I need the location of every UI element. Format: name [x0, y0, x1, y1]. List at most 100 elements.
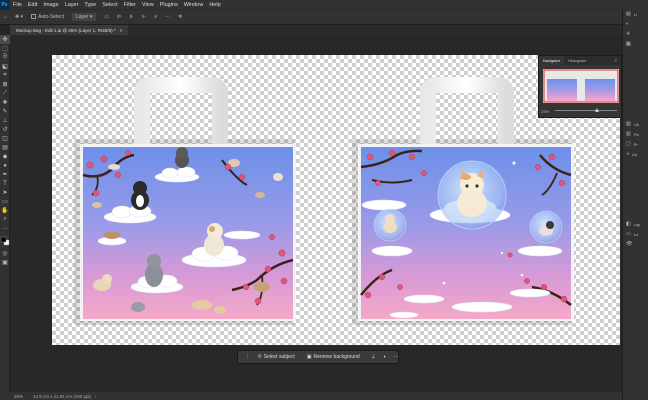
menu-image[interactable]: Image: [43, 2, 58, 8]
photoshop-logo[interactable]: Ps: [0, 0, 9, 9]
transform-icon[interactable]: ⟘: [368, 352, 379, 362]
transform-controls-icon[interactable]: ▭: [104, 14, 109, 20]
more-icon[interactable]: ···: [390, 352, 403, 362]
clone-stamp-icon[interactable]: ⊥: [0, 116, 10, 125]
dodge-tool-icon[interactable]: ●: [0, 161, 10, 170]
menu-help[interactable]: Help: [209, 2, 220, 8]
select-subject-label: Select subject: [263, 354, 295, 360]
rectangle-tool-icon[interactable]: ▭: [0, 197, 10, 206]
history-brush-icon[interactable]: ↺: [0, 125, 10, 134]
object-selection-tool-icon[interactable]: ⬕: [0, 62, 10, 71]
menu-window[interactable]: Window: [184, 2, 204, 8]
path-selection-icon[interactable]: ➤: [0, 188, 10, 197]
quick-mask-icon[interactable]: ◎: [0, 249, 10, 258]
distribute-icon[interactable]: ≡: [154, 14, 157, 20]
remove-background-button[interactable]: ▣ Remove background: [303, 352, 364, 362]
align-center-icon[interactable]: ⊪: [130, 14, 134, 20]
type-tool-icon[interactable]: T: [0, 179, 10, 188]
canvas[interactable]: [52, 55, 620, 345]
layers-icon[interactable]: ◧ Lay: [623, 219, 648, 229]
patterns-icon[interactable]: ▥ Pa: [623, 129, 648, 139]
zoom-slider-handle[interactable]: [595, 108, 599, 112]
lasso-tool-icon[interactable]: ᘐ: [0, 53, 10, 62]
navigator-panel: Navigator Histogram ≡ 25%: [538, 55, 622, 118]
panel-label-pr: Pr: [633, 141, 638, 147]
panel-label-lib: Lib: [633, 121, 640, 127]
panel-label-pa: Pa: [633, 131, 639, 137]
gradient-tool-icon[interactable]: ▤: [0, 143, 10, 152]
properties-icon[interactable]: ▢ Pr: [623, 139, 648, 149]
status-document-info[interactable]: 14.8 cm x 11.81 cm (180 ppi): [33, 394, 91, 399]
more-tools-icon[interactable]: ···: [0, 224, 10, 233]
menu-bar: Ps File Edit Image Layer Type Select Fil…: [0, 0, 648, 9]
more-options-icon[interactable]: ···: [165, 14, 170, 20]
menu-edit[interactable]: Edit: [28, 2, 37, 8]
auto-select-target-value: Layer: [75, 14, 89, 20]
menu-file[interactable]: File: [13, 2, 22, 8]
libraries-icon[interactable]: ▤ Li: [623, 9, 648, 19]
panel-label-ad: Ad: [632, 151, 637, 157]
zoom-tool-icon[interactable]: ⌕: [0, 215, 10, 224]
adjust-icon[interactable]: ◐: [623, 19, 648, 29]
eraser-tool-icon[interactable]: ◫: [0, 134, 10, 143]
close-icon[interactable]: ×: [120, 28, 123, 33]
menu-layer[interactable]: Layer: [65, 2, 79, 8]
panel-label-la: La: [633, 231, 639, 237]
chevron-right-icon[interactable]: ›: [95, 394, 97, 399]
swatches-icon[interactable]: ✳: [623, 29, 648, 39]
tools-panel: ✥ ⬚ ᘐ ⬕ ⌗ ⊠ ⟋ ✚ ✎ ⊥ ↺ ◫ ▤ ◆ ● ✒ T ➤ ▭ ✋ …: [0, 35, 10, 400]
healing-brush-icon[interactable]: ✚: [0, 98, 10, 107]
navigator-zoom-value[interactable]: 25%: [541, 109, 549, 114]
move-tool-icon[interactable]: ✥: [0, 35, 10, 44]
drag-handle-icon[interactable]: ⋮: [241, 352, 254, 362]
image-icon: ▣: [306, 354, 312, 360]
panel-label-li: Li: [633, 11, 637, 17]
marquee-tool-icon[interactable]: ⬚: [0, 44, 10, 53]
navigator-preview[interactable]: [543, 69, 619, 103]
adjustments-icon[interactable]: ◑ Ad: [623, 149, 648, 159]
pen-tool-icon[interactable]: ✒: [0, 170, 10, 179]
library-panel-icon[interactable]: ▧ Lib: [623, 119, 648, 129]
move-tool-icon[interactable]: ✥ ▾: [15, 14, 23, 20]
layer-visibility-icon[interactable]: 👁: [623, 239, 648, 249]
menu-filter[interactable]: Filter: [124, 2, 136, 8]
home-icon[interactable]: ⌂: [4, 14, 7, 20]
align-left-icon[interactable]: ⊫: [117, 14, 121, 20]
auto-select-checkbox[interactable]: Auto-Select: [31, 14, 64, 20]
foreground-background-colors[interactable]: [0, 233, 10, 249]
menu-type[interactable]: Type: [84, 2, 96, 8]
panel-label-lay: Lay: [633, 221, 641, 227]
frame-tool-icon[interactable]: ⊠: [0, 80, 10, 89]
options-bar: ⌂ ✥ ▾ Auto-Select Layer ▾ ▭ ⊫ ⊪ ⊩ ≡ ··· …: [0, 9, 648, 25]
crop-tool-icon[interactable]: ⌗: [0, 71, 10, 80]
contextual-task-bar: ⋮ ⚲ Select subject ▣ Remove background ⟘…: [237, 350, 399, 364]
align-right-icon[interactable]: ⊩: [142, 14, 146, 20]
panel-menu-icon[interactable]: ≡: [611, 56, 621, 65]
tab-histogram[interactable]: Histogram: [564, 56, 590, 65]
layer-row-icon[interactable]: ▭ La: [623, 229, 648, 239]
document-tab[interactable]: Mockup Bag - Edit 1.ai @ 25% (Layer 1, R…: [10, 25, 129, 35]
menu-plugins[interactable]: Plugins: [160, 2, 178, 8]
navigator-zoom-slider[interactable]: [555, 108, 617, 112]
brush-tool-icon[interactable]: ✎: [0, 107, 10, 116]
status-bar: 25% 14.8 cm x 11.81 cm (180 ppi) ›: [0, 392, 622, 400]
gradient-icon[interactable]: ▦: [623, 39, 648, 49]
tab-navigator[interactable]: Navigator: [539, 56, 565, 65]
remove-background-label: Remove background: [313, 354, 360, 360]
status-zoom[interactable]: 25%: [14, 394, 23, 399]
hand-tool-icon[interactable]: ✋: [0, 206, 10, 215]
menu-select[interactable]: Select: [102, 2, 117, 8]
navigator-footer: 25%: [541, 106, 621, 116]
screen-mode-icon[interactable]: ▣: [0, 258, 10, 267]
right-panels: ▤ Li ◐ ✳ ▦ ▧ Lib ▥ Pa ▢ Pr ◑ Ad ◧ Lay ▭ …: [622, 9, 648, 400]
adjust-icon[interactable]: ◑: [379, 352, 390, 362]
auto-select-target-dropdown[interactable]: Layer ▾: [71, 13, 97, 21]
document-tab-title: Mockup Bag - Edit 1.ai @ 25% (Layer 1, R…: [16, 27, 116, 33]
select-subject-button[interactable]: ⚲ Select subject: [254, 352, 299, 362]
document-tab-bar: Mockup Bag - Edit 1.ai @ 25% (Layer 1, R…: [10, 25, 622, 35]
blur-tool-icon[interactable]: ◆: [0, 152, 10, 161]
menu-view[interactable]: View: [142, 2, 154, 8]
eyedropper-tool-icon[interactable]: ⟋: [0, 89, 10, 98]
settings-gear-icon[interactable]: ✲: [178, 14, 182, 20]
person-icon: ⚲: [258, 354, 262, 360]
